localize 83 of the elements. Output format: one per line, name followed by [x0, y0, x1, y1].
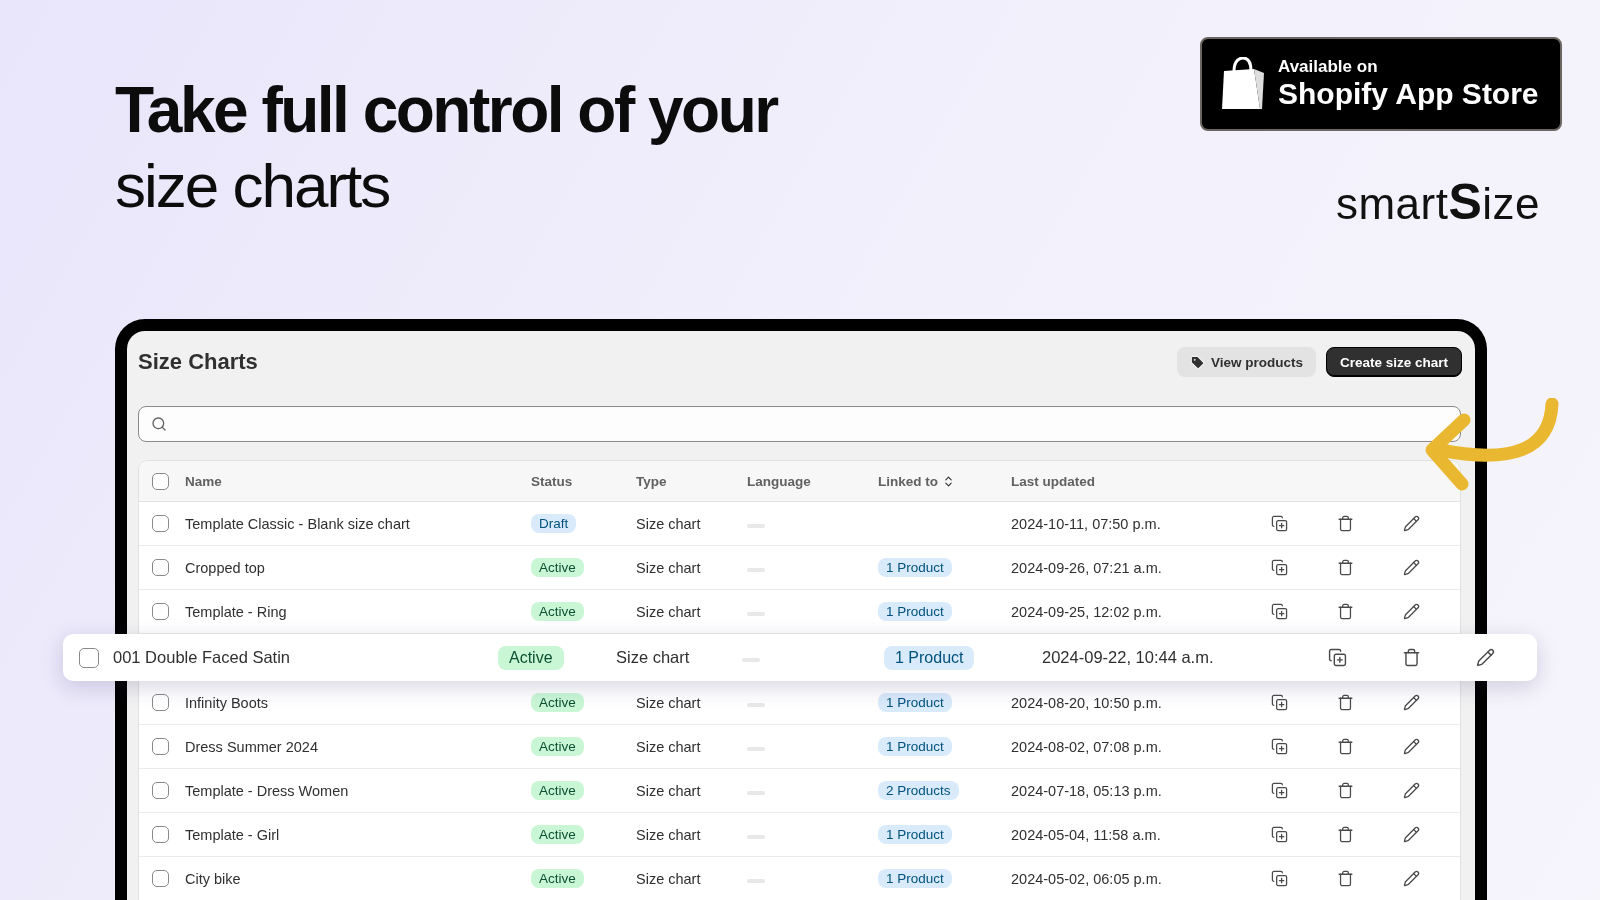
status-label: Active	[531, 602, 584, 621]
table-row[interactable]: City bike Active Size chart 1 Product 2024-05-02, 06:05 p.m.	[139, 857, 1460, 900]
search-icon	[151, 416, 167, 432]
status-label: Active	[531, 558, 584, 577]
column-header: Language	[747, 473, 812, 489]
chart-type: Size chart	[636, 738, 702, 755]
chart-name: Dress Summer 2024	[185, 738, 319, 755]
chart-name: Template - Girl	[185, 826, 281, 843]
last-updated-date: 2024-09-26, 07:21 a.m.	[1011, 559, 1163, 576]
chart-name: City bike	[185, 870, 242, 887]
search-field[interactable]	[138, 406, 1461, 442]
chart-type: Size chart	[616, 648, 691, 667]
last-updated-date: 2024-10-11, 07:50 p.m.	[1011, 515, 1162, 532]
table-row[interactable]: Template - Girl Active Size chart 1 Product 2024-05-04, 11:58 a.m.	[139, 813, 1460, 857]
empty-language-dash	[747, 702, 765, 707]
column-header[interactable]: Linked to	[878, 473, 1011, 489]
app-store-badge[interactable]: Available on Shopify App Store	[1200, 37, 1562, 131]
view-products-button[interactable]: View products	[1176, 347, 1316, 377]
linked-products-label[interactable]: 1 Product	[878, 869, 952, 888]
linked-products-label[interactable]: 1 Product	[878, 602, 952, 621]
chart-name: 001 Double Faced Satin	[113, 648, 292, 667]
last-updated-date: 2024-08-20, 10:50 p.m.	[1011, 694, 1163, 711]
status-label: Draft	[531, 514, 577, 533]
checkbox[interactable]	[152, 782, 169, 799]
brand-logo: smartSize	[1335, 173, 1540, 231]
chart-type: Size chart	[636, 559, 702, 576]
column-header: Last updated	[1011, 473, 1096, 489]
chart-type: Size chart	[636, 870, 702, 887]
chart-name: Template - Ring	[185, 603, 288, 620]
checkbox[interactable]	[152, 472, 169, 490]
table-row[interactable]: Template Classic - Blank size chart Draft Size chart 2024-10-11, 07:50 p.m.	[139, 502, 1460, 546]
checkbox[interactable]	[152, 870, 169, 887]
chart-type: Size chart	[636, 782, 702, 799]
checkbox[interactable]	[152, 559, 169, 576]
page-title: Size Charts	[138, 349, 258, 375]
table-row[interactable]: Cropped top Active Size chart 1 Product 2024-09-26, 07:21 a.m.	[139, 546, 1460, 590]
last-updated-date: 2024-05-04, 11:58 a.m.	[1011, 826, 1162, 843]
shopping-bag-icon	[1220, 57, 1266, 111]
chart-name: Infinity Boots	[185, 694, 269, 711]
last-updated-date: 2024-08-02, 07:08 p.m.	[1011, 738, 1163, 755]
create-button[interactable]: Create size chart	[1325, 347, 1462, 377]
linked-products-label[interactable]: 1 Product	[878, 693, 952, 712]
last-updated-date: 2024-05-02, 06:05 p.m.	[1011, 870, 1163, 887]
linked-products-label[interactable]: 2 Products	[878, 781, 959, 800]
checkbox[interactable]	[152, 694, 169, 711]
chart-name: Cropped top	[185, 559, 266, 576]
chart-name: Template Classic - Blank size chart	[185, 515, 411, 532]
status-label: Active	[498, 645, 564, 670]
subheadline: size charts	[115, 150, 391, 222]
badge-title: Shopify App Store	[1278, 77, 1539, 111]
status-label: Active	[531, 825, 584, 844]
checkbox[interactable]	[152, 603, 169, 620]
column-header: Type	[636, 473, 668, 489]
chart-type: Size chart	[636, 826, 702, 843]
linked-products-label[interactable]: 1 Product	[878, 825, 952, 844]
last-updated-date: 2024-09-22, 10:44 a.m.	[1042, 648, 1215, 667]
checkbox[interactable]	[152, 738, 169, 755]
dragged-table-row[interactable]: 001 Double Faced Satin Active Size chart 1 Product 2024-09-22, 10:44 a.m.	[63, 634, 1537, 681]
last-updated-date: 2024-07-18, 05:13 p.m.	[1011, 782, 1163, 799]
status-label: Active	[531, 869, 584, 888]
tag-icon	[1189, 354, 1205, 370]
chart-name: Template - Dress Women	[185, 782, 350, 799]
chart-type: Size chart	[636, 515, 702, 532]
table-row[interactable]: Infinity Boots Active Size chart 1 Product 2024-08-20, 10:50 p.m.	[139, 681, 1460, 725]
sort-icon[interactable]	[942, 474, 955, 488]
table-row[interactable]: Dress Summer 2024 Active Size chart 1 Product 2024-08-02, 07:08 p.m.	[139, 725, 1460, 769]
linked-products-label[interactable]: 1 Product	[878, 558, 952, 577]
linked-products-label[interactable]: 1 Product	[878, 737, 952, 756]
chart-type: Size chart	[636, 694, 702, 711]
table-row[interactable]: Template - Dress Women Active Size chart 2 Products 2024-07-18, 05:13 p.m.	[139, 769, 1460, 813]
status-label: Active	[531, 737, 584, 756]
chart-type: Size chart	[636, 603, 702, 620]
column-header: Status	[531, 473, 574, 489]
last-updated-date: 2024-09-25, 12:02 p.m.	[1011, 603, 1163, 620]
column-header: Name	[185, 473, 223, 489]
status-label: Active	[531, 781, 584, 800]
linked-products-label[interactable]: 1 Product	[884, 645, 975, 670]
checkbox[interactable]	[152, 826, 169, 843]
checkbox[interactable]	[152, 515, 169, 532]
badge-caption: Available on	[1278, 57, 1379, 77]
status-label: Active	[531, 693, 584, 712]
headline: Take full control of your	[115, 73, 777, 148]
checkbox[interactable]	[79, 647, 99, 668]
